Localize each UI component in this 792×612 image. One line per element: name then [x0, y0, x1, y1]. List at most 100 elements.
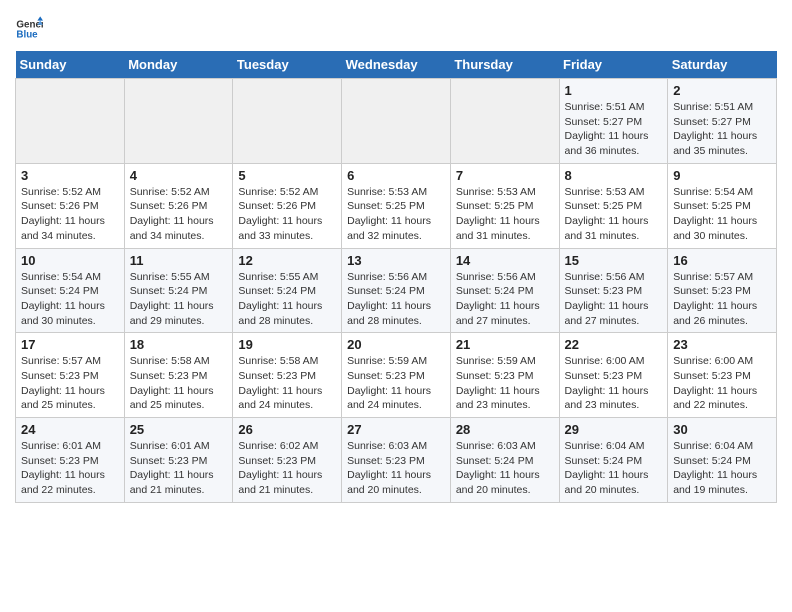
calendar-cell: 26 Sunrise: 6:02 AM Sunset: 5:23 PM Dayli… [233, 418, 342, 503]
day-detail: Sunrise: 5:55 AM Sunset: 5:24 PM Dayligh… [238, 270, 336, 329]
calendar-cell [124, 79, 233, 164]
calendar-cell: 28 Sunrise: 6:03 AM Sunset: 5:24 PM Dayli… [450, 418, 559, 503]
day-number: 26 [238, 422, 336, 437]
calendar-cell: 2 Sunrise: 5:51 AM Sunset: 5:27 PM Daylig… [668, 79, 777, 164]
day-detail: Sunrise: 5:54 AM Sunset: 5:24 PM Dayligh… [21, 270, 119, 329]
day-detail: Sunrise: 6:04 AM Sunset: 5:24 PM Dayligh… [565, 439, 663, 498]
calendar-cell [233, 79, 342, 164]
calendar-cell [450, 79, 559, 164]
header-friday: Friday [559, 51, 668, 79]
day-number: 13 [347, 253, 445, 268]
day-number: 28 [456, 422, 554, 437]
calendar-cell: 13 Sunrise: 5:56 AM Sunset: 5:24 PM Dayli… [342, 248, 451, 333]
day-detail: Sunrise: 5:56 AM Sunset: 5:23 PM Dayligh… [565, 270, 663, 329]
day-detail: Sunrise: 6:00 AM Sunset: 5:23 PM Dayligh… [673, 354, 771, 413]
day-number: 27 [347, 422, 445, 437]
day-detail: Sunrise: 6:03 AM Sunset: 5:23 PM Dayligh… [347, 439, 445, 498]
day-number: 5 [238, 168, 336, 183]
calendar-cell: 10 Sunrise: 5:54 AM Sunset: 5:24 PM Dayli… [16, 248, 125, 333]
logo: General Blue [15, 15, 43, 43]
calendar-cell: 27 Sunrise: 6:03 AM Sunset: 5:23 PM Dayli… [342, 418, 451, 503]
day-detail: Sunrise: 5:56 AM Sunset: 5:24 PM Dayligh… [347, 270, 445, 329]
day-detail: Sunrise: 6:04 AM Sunset: 5:24 PM Dayligh… [673, 439, 771, 498]
day-detail: Sunrise: 5:58 AM Sunset: 5:23 PM Dayligh… [238, 354, 336, 413]
calendar-cell: 9 Sunrise: 5:54 AM Sunset: 5:25 PM Daylig… [668, 163, 777, 248]
day-number: 7 [456, 168, 554, 183]
calendar-week-5: 24 Sunrise: 6:01 AM Sunset: 5:23 PM Dayli… [16, 418, 777, 503]
day-number: 9 [673, 168, 771, 183]
day-detail: Sunrise: 5:53 AM Sunset: 5:25 PM Dayligh… [456, 185, 554, 244]
header: General Blue [15, 15, 777, 43]
day-detail: Sunrise: 5:54 AM Sunset: 5:25 PM Dayligh… [673, 185, 771, 244]
calendar-cell: 22 Sunrise: 6:00 AM Sunset: 5:23 PM Dayli… [559, 333, 668, 418]
header-saturday: Saturday [668, 51, 777, 79]
day-number: 21 [456, 337, 554, 352]
day-detail: Sunrise: 5:57 AM Sunset: 5:23 PM Dayligh… [673, 270, 771, 329]
calendar-week-1: 1 Sunrise: 5:51 AM Sunset: 5:27 PM Daylig… [16, 79, 777, 164]
calendar-cell: 18 Sunrise: 5:58 AM Sunset: 5:23 PM Dayli… [124, 333, 233, 418]
day-number: 20 [347, 337, 445, 352]
day-detail: Sunrise: 6:01 AM Sunset: 5:23 PM Dayligh… [130, 439, 228, 498]
day-number: 30 [673, 422, 771, 437]
day-detail: Sunrise: 5:52 AM Sunset: 5:26 PM Dayligh… [21, 185, 119, 244]
calendar-cell: 8 Sunrise: 5:53 AM Sunset: 5:25 PM Daylig… [559, 163, 668, 248]
day-number: 22 [565, 337, 663, 352]
calendar-cell: 6 Sunrise: 5:53 AM Sunset: 5:25 PM Daylig… [342, 163, 451, 248]
day-number: 12 [238, 253, 336, 268]
day-detail: Sunrise: 5:59 AM Sunset: 5:23 PM Dayligh… [456, 354, 554, 413]
calendar-cell: 16 Sunrise: 5:57 AM Sunset: 5:23 PM Dayli… [668, 248, 777, 333]
day-detail: Sunrise: 5:51 AM Sunset: 5:27 PM Dayligh… [565, 100, 663, 159]
calendar-cell: 19 Sunrise: 5:58 AM Sunset: 5:23 PM Dayli… [233, 333, 342, 418]
day-number: 3 [21, 168, 119, 183]
day-detail: Sunrise: 6:03 AM Sunset: 5:24 PM Dayligh… [456, 439, 554, 498]
calendar-cell: 29 Sunrise: 6:04 AM Sunset: 5:24 PM Dayli… [559, 418, 668, 503]
day-number: 6 [347, 168, 445, 183]
day-detail: Sunrise: 6:02 AM Sunset: 5:23 PM Dayligh… [238, 439, 336, 498]
header-monday: Monday [124, 51, 233, 79]
day-number: 16 [673, 253, 771, 268]
day-number: 4 [130, 168, 228, 183]
day-number: 11 [130, 253, 228, 268]
calendar-cell: 20Sunrise: 5:59 AM Sunset: 5:23 PM Dayli… [342, 333, 451, 418]
calendar-cell [16, 79, 125, 164]
calendar-table: SundayMondayTuesdayWednesdayThursdayFrid… [15, 51, 777, 503]
calendar-cell: 23Sunrise: 6:00 AM Sunset: 5:23 PM Dayli… [668, 333, 777, 418]
header-tuesday: Tuesday [233, 51, 342, 79]
day-detail: Sunrise: 5:53 AM Sunset: 5:25 PM Dayligh… [565, 185, 663, 244]
day-detail: Sunrise: 5:52 AM Sunset: 5:26 PM Dayligh… [238, 185, 336, 244]
calendar-week-3: 10 Sunrise: 5:54 AM Sunset: 5:24 PM Dayli… [16, 248, 777, 333]
day-number: 15 [565, 253, 663, 268]
day-detail: Sunrise: 6:00 AM Sunset: 5:23 PM Dayligh… [565, 354, 663, 413]
day-number: 24 [21, 422, 119, 437]
calendar-week-4: 17Sunrise: 5:57 AM Sunset: 5:23 PM Dayli… [16, 333, 777, 418]
calendar-week-2: 3 Sunrise: 5:52 AM Sunset: 5:26 PM Daylig… [16, 163, 777, 248]
day-number: 25 [130, 422, 228, 437]
header-sunday: Sunday [16, 51, 125, 79]
day-detail: Sunrise: 5:58 AM Sunset: 5:23 PM Dayligh… [130, 354, 228, 413]
day-detail: Sunrise: 5:51 AM Sunset: 5:27 PM Dayligh… [673, 100, 771, 159]
logo-icon: General Blue [15, 15, 43, 43]
day-number: 19 [238, 337, 336, 352]
day-detail: Sunrise: 5:52 AM Sunset: 5:26 PM Dayligh… [130, 185, 228, 244]
calendar-cell: 5 Sunrise: 5:52 AM Sunset: 5:26 PM Daylig… [233, 163, 342, 248]
day-detail: Sunrise: 5:55 AM Sunset: 5:24 PM Dayligh… [130, 270, 228, 329]
day-number: 17 [21, 337, 119, 352]
day-number: 8 [565, 168, 663, 183]
header-thursday: Thursday [450, 51, 559, 79]
calendar-header-row: SundayMondayTuesdayWednesdayThursdayFrid… [16, 51, 777, 79]
calendar-cell: 14Sunrise: 5:56 AM Sunset: 5:24 PM Dayli… [450, 248, 559, 333]
day-number: 29 [565, 422, 663, 437]
calendar-cell: 25 Sunrise: 6:01 AM Sunset: 5:23 PM Dayli… [124, 418, 233, 503]
day-detail: Sunrise: 5:56 AM Sunset: 5:24 PM Dayligh… [456, 270, 554, 329]
calendar-cell: 21 Sunrise: 5:59 AM Sunset: 5:23 PM Dayli… [450, 333, 559, 418]
day-number: 1 [565, 83, 663, 98]
day-number: 10 [21, 253, 119, 268]
calendar-cell: 30 Sunrise: 6:04 AM Sunset: 5:24 PM Dayli… [668, 418, 777, 503]
calendar-cell: 17Sunrise: 5:57 AM Sunset: 5:23 PM Dayli… [16, 333, 125, 418]
day-number: 18 [130, 337, 228, 352]
calendar-cell: 12 Sunrise: 5:55 AM Sunset: 5:24 PM Dayli… [233, 248, 342, 333]
day-detail: Sunrise: 5:53 AM Sunset: 5:25 PM Dayligh… [347, 185, 445, 244]
calendar-cell: 24Sunrise: 6:01 AM Sunset: 5:23 PM Dayli… [16, 418, 125, 503]
calendar-cell: 4 Sunrise: 5:52 AM Sunset: 5:26 PM Daylig… [124, 163, 233, 248]
day-number: 2 [673, 83, 771, 98]
